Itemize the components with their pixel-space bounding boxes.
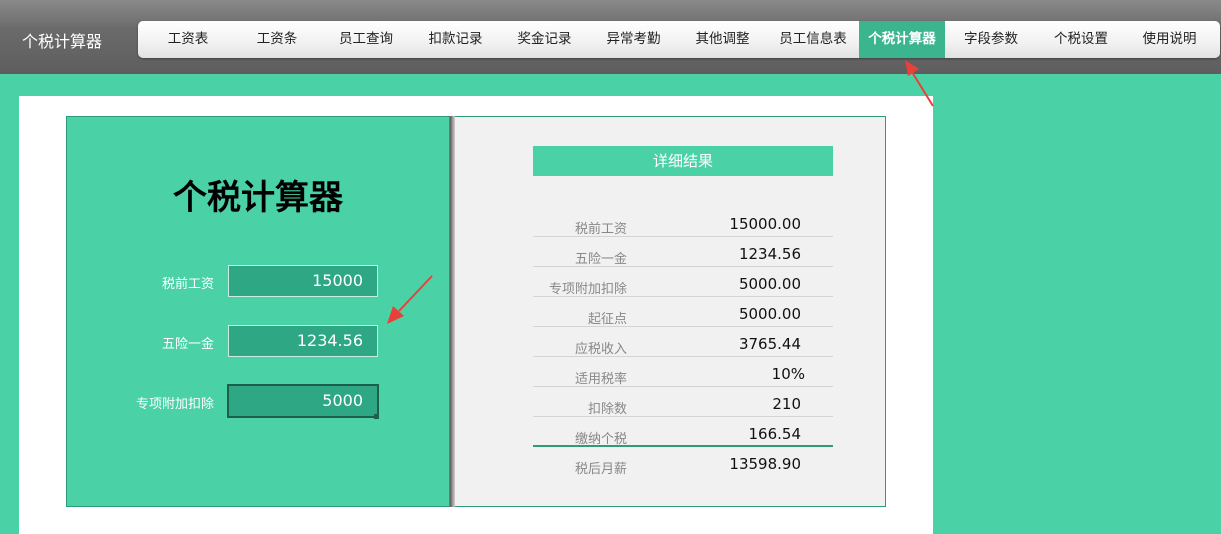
result-value: 5000.00 [738,305,801,323]
social-insurance-input[interactable]: 1234.56 [228,325,378,357]
result-label: 专项附加扣除 [548,282,627,297]
pretax-salary-input[interactable]: 15000 [228,265,378,297]
tab-bonus-records[interactable]: 奖金记录 [500,21,589,58]
result-value: 15000.00 [729,215,801,233]
top-bar: 个税计算器 工资表 工资条 员工查询 扣款记录 奖金记录 异常考勤 其他调整 员… [0,0,1221,74]
result-value: 1234.56 [738,245,801,263]
result-label: 扣除数 [587,402,627,417]
tab-tax-settings[interactable]: 个税设置 [1037,21,1125,58]
tab-salary-sheet[interactable]: 工资表 [143,21,233,58]
result-value: 5000.00 [738,275,801,293]
tab-payslip[interactable]: 工资条 [233,21,321,58]
app-title: 个税计算器 [22,32,103,51]
annotation-arrow-icon [905,60,934,107]
result-value: 210 [772,395,801,413]
pretax-salary-label: 税前工资 [161,277,214,292]
result-value: 3765.44 [738,335,801,353]
result-header: 详细结果 [533,146,833,176]
result-value: 13598.90 [729,455,801,473]
row-divider [533,266,833,267]
result-value: 166.54 [748,425,802,443]
result-label: 适用税率 [574,372,627,387]
row-divider [533,296,833,297]
row-divider [533,326,833,327]
tab-employee-info[interactable]: 员工信息表 [767,21,859,58]
row-divider [533,236,833,237]
total-divider [533,445,833,447]
result-row: 税后月薪 13598.90 [533,450,833,480]
result-label: 起征点 [587,312,627,327]
social-insurance-label: 五险一金 [161,337,214,352]
row-divider [533,386,833,387]
calculator-title: 个税计算器 [173,178,343,218]
tab-other-adjustments[interactable]: 其他调整 [678,21,767,58]
row-divider [533,356,833,357]
tab-instructions[interactable]: 使用说明 [1125,21,1214,58]
tab-employee-query[interactable]: 员工查询 [321,21,411,58]
row-divider [533,416,833,417]
result-label: 五险一金 [574,252,627,267]
special-deduction-label: 专项附加扣除 [135,397,214,412]
result-label: 税后月薪 [574,462,627,477]
tab-abnormal-attendance[interactable]: 异常考勤 [589,21,678,58]
tab-deduction-records[interactable]: 扣款记录 [411,21,500,58]
cell-fill-handle[interactable] [374,414,379,419]
result-label: 应税收入 [574,342,627,357]
result-value: 10% [771,365,805,383]
tab-field-params[interactable]: 字段参数 [945,21,1037,58]
special-deduction-input[interactable]: 5000 [227,384,379,418]
nav-tabs: 工资表 工资条 员工查询 扣款记录 奖金记录 异常考勤 其他调整 员工信息表 个… [138,21,1220,58]
result-label: 税前工资 [574,222,627,237]
annotation-arrow-icon [387,275,433,324]
